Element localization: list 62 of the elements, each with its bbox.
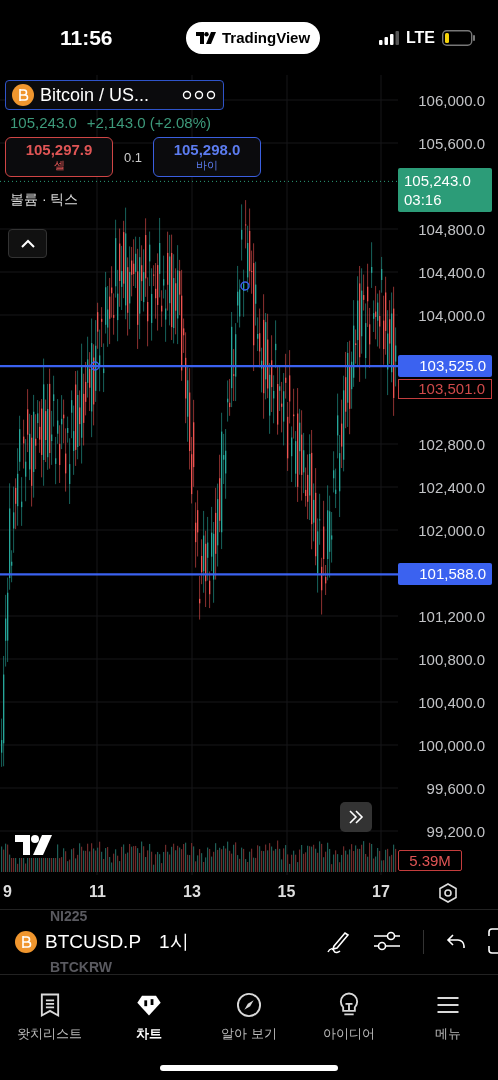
time-tick: 15 [277, 883, 296, 901]
undo-icon [446, 932, 466, 949]
symbol-button[interactable]: BTCUSD.P [15, 931, 142, 953]
settings-button[interactable] [438, 883, 458, 906]
nav-tab[interactable]: 차트 [99, 975, 200, 1057]
indicator-label: 볼륨 · 틱스 [9, 191, 80, 209]
line-price-label: 103,525.0 [398, 355, 492, 378]
symbol-selector[interactable]: Bitcoin / US... [5, 80, 224, 110]
bid-price-label: 103,501.0 [398, 378, 492, 399]
price-tick: 100,000.0 [418, 736, 485, 754]
time-tick: 13 [183, 883, 201, 901]
symbol-list-item: NI225 [50, 908, 88, 924]
time-tick: 9 [3, 883, 12, 901]
status-time: 11:56 [60, 25, 114, 50]
last-price-label: 105,243.0 03:16 [398, 168, 492, 213]
sell-button[interactable]: 105,297.9 셀 [5, 137, 113, 177]
price-tick: 104,000.0 [418, 306, 485, 324]
chevron-up-icon [20, 239, 35, 248]
coin-icon [15, 931, 37, 953]
price-tick: 102,800.0 [418, 435, 485, 453]
price-tick: 99,200.0 [426, 822, 485, 840]
collapse-button[interactable] [8, 229, 47, 258]
network-label: LTE [405, 28, 435, 47]
fullscreen-button[interactable] [488, 927, 498, 957]
price-tick: 106,000.0 [418, 91, 485, 109]
price-tick: 100,400.0 [418, 693, 485, 711]
nav-tab[interactable]: 메뉴 [398, 975, 498, 1057]
more-icon[interactable] [181, 90, 217, 100]
price-change: +2,143.0 (+2.08%) [86, 114, 211, 131]
price-tick: 101,200.0 [418, 607, 485, 625]
price-tick: 102,000.0 [418, 521, 485, 539]
compass-icon [235, 991, 263, 1019]
battery-icon [442, 29, 476, 46]
time-tick: 17 [372, 883, 390, 901]
double-chevron-icon [348, 810, 364, 824]
nav-tab[interactable]: 아이디어 [298, 975, 399, 1057]
horizontal-line[interactable] [0, 364, 398, 368]
nav-tab[interactable]: 알아 보기 [199, 975, 299, 1057]
app-pill[interactable]: TradingView [186, 21, 321, 54]
buy-button[interactable]: 105,298.0 바이 [153, 137, 261, 177]
price-tick: 99,600.0 [426, 779, 485, 797]
nav-tab[interactable]: 왓치리스트 [0, 975, 100, 1057]
volume-label: 5.39M [398, 850, 462, 871]
interval-button[interactable]: 1시 [159, 929, 189, 955]
symbol-list-item: BTCKRW [50, 959, 112, 975]
price-tick: 105,600.0 [418, 134, 485, 152]
line-price-label: 101,588.0 [398, 563, 492, 586]
price-tick: 100,800.0 [418, 650, 485, 668]
logo-icon [15, 835, 52, 855]
price-tick: 102,400.0 [418, 478, 485, 496]
scroll-to-latest-button[interactable] [340, 802, 372, 832]
bracket-icon [488, 927, 498, 954]
coin-icon [12, 84, 34, 106]
time-tick: 11 [89, 883, 106, 901]
logo-icon [196, 31, 216, 44]
signal-icon [378, 30, 399, 45]
sliders-icon [373, 929, 401, 952]
last-price: 105,243.0 [10, 114, 77, 131]
spread-value: 0.1 [123, 149, 143, 165]
settings-icon [438, 883, 458, 903]
price-tick: 104,800.0 [418, 220, 485, 238]
price-tick: 104,400.0 [418, 263, 485, 281]
